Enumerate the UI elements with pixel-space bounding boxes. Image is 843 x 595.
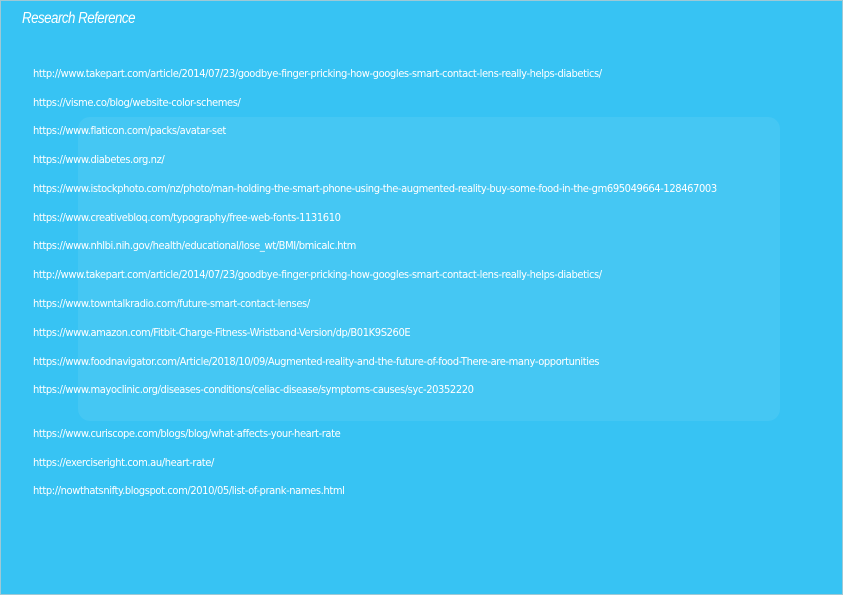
reference-link[interactable]: https://www.flaticon.com/packs/avatar-se… xyxy=(33,124,226,138)
reference-link[interactable]: https://www.amazon.com/Fitbit-Charge-Fit… xyxy=(33,326,411,340)
reference-link[interactable]: http://www.takepart.com/article/2014/07/… xyxy=(33,67,602,81)
reference-link[interactable]: https://www.mayoclinic.org/diseases-cond… xyxy=(33,383,474,397)
reference-link[interactable]: https://www.foodnavigator.com/Article/20… xyxy=(33,355,599,369)
reference-link[interactable]: https://www.nhlbi.nih.gov/health/educati… xyxy=(33,239,356,253)
reference-link[interactable]: https://www.curiscope.com/blogs/blog/wha… xyxy=(33,427,341,441)
research-reference-page: Research Reference http://www.takepart.c… xyxy=(0,0,843,595)
reference-link[interactable]: https://www.creativebloq.com/typography/… xyxy=(33,211,341,225)
reference-link[interactable]: http://nowthatsnifty.blogspot.com/2010/0… xyxy=(33,484,345,498)
reference-link[interactable]: https://visme.co/blog/website-color-sche… xyxy=(33,96,241,110)
reference-link[interactable]: https://exerciseright.com.au/heart-rate/ xyxy=(33,456,214,470)
reference-link[interactable]: http://www.takepart.com/article/2014/07/… xyxy=(33,268,602,282)
reference-link[interactable]: https://www.diabetes.org.nz/ xyxy=(33,153,165,167)
page-title: Research Reference xyxy=(22,10,135,27)
reference-link[interactable]: https://www.istockphoto.com/nz/photo/man… xyxy=(33,182,717,196)
reference-link[interactable]: https://www.towntalkradio.com/future-sma… xyxy=(33,297,310,311)
